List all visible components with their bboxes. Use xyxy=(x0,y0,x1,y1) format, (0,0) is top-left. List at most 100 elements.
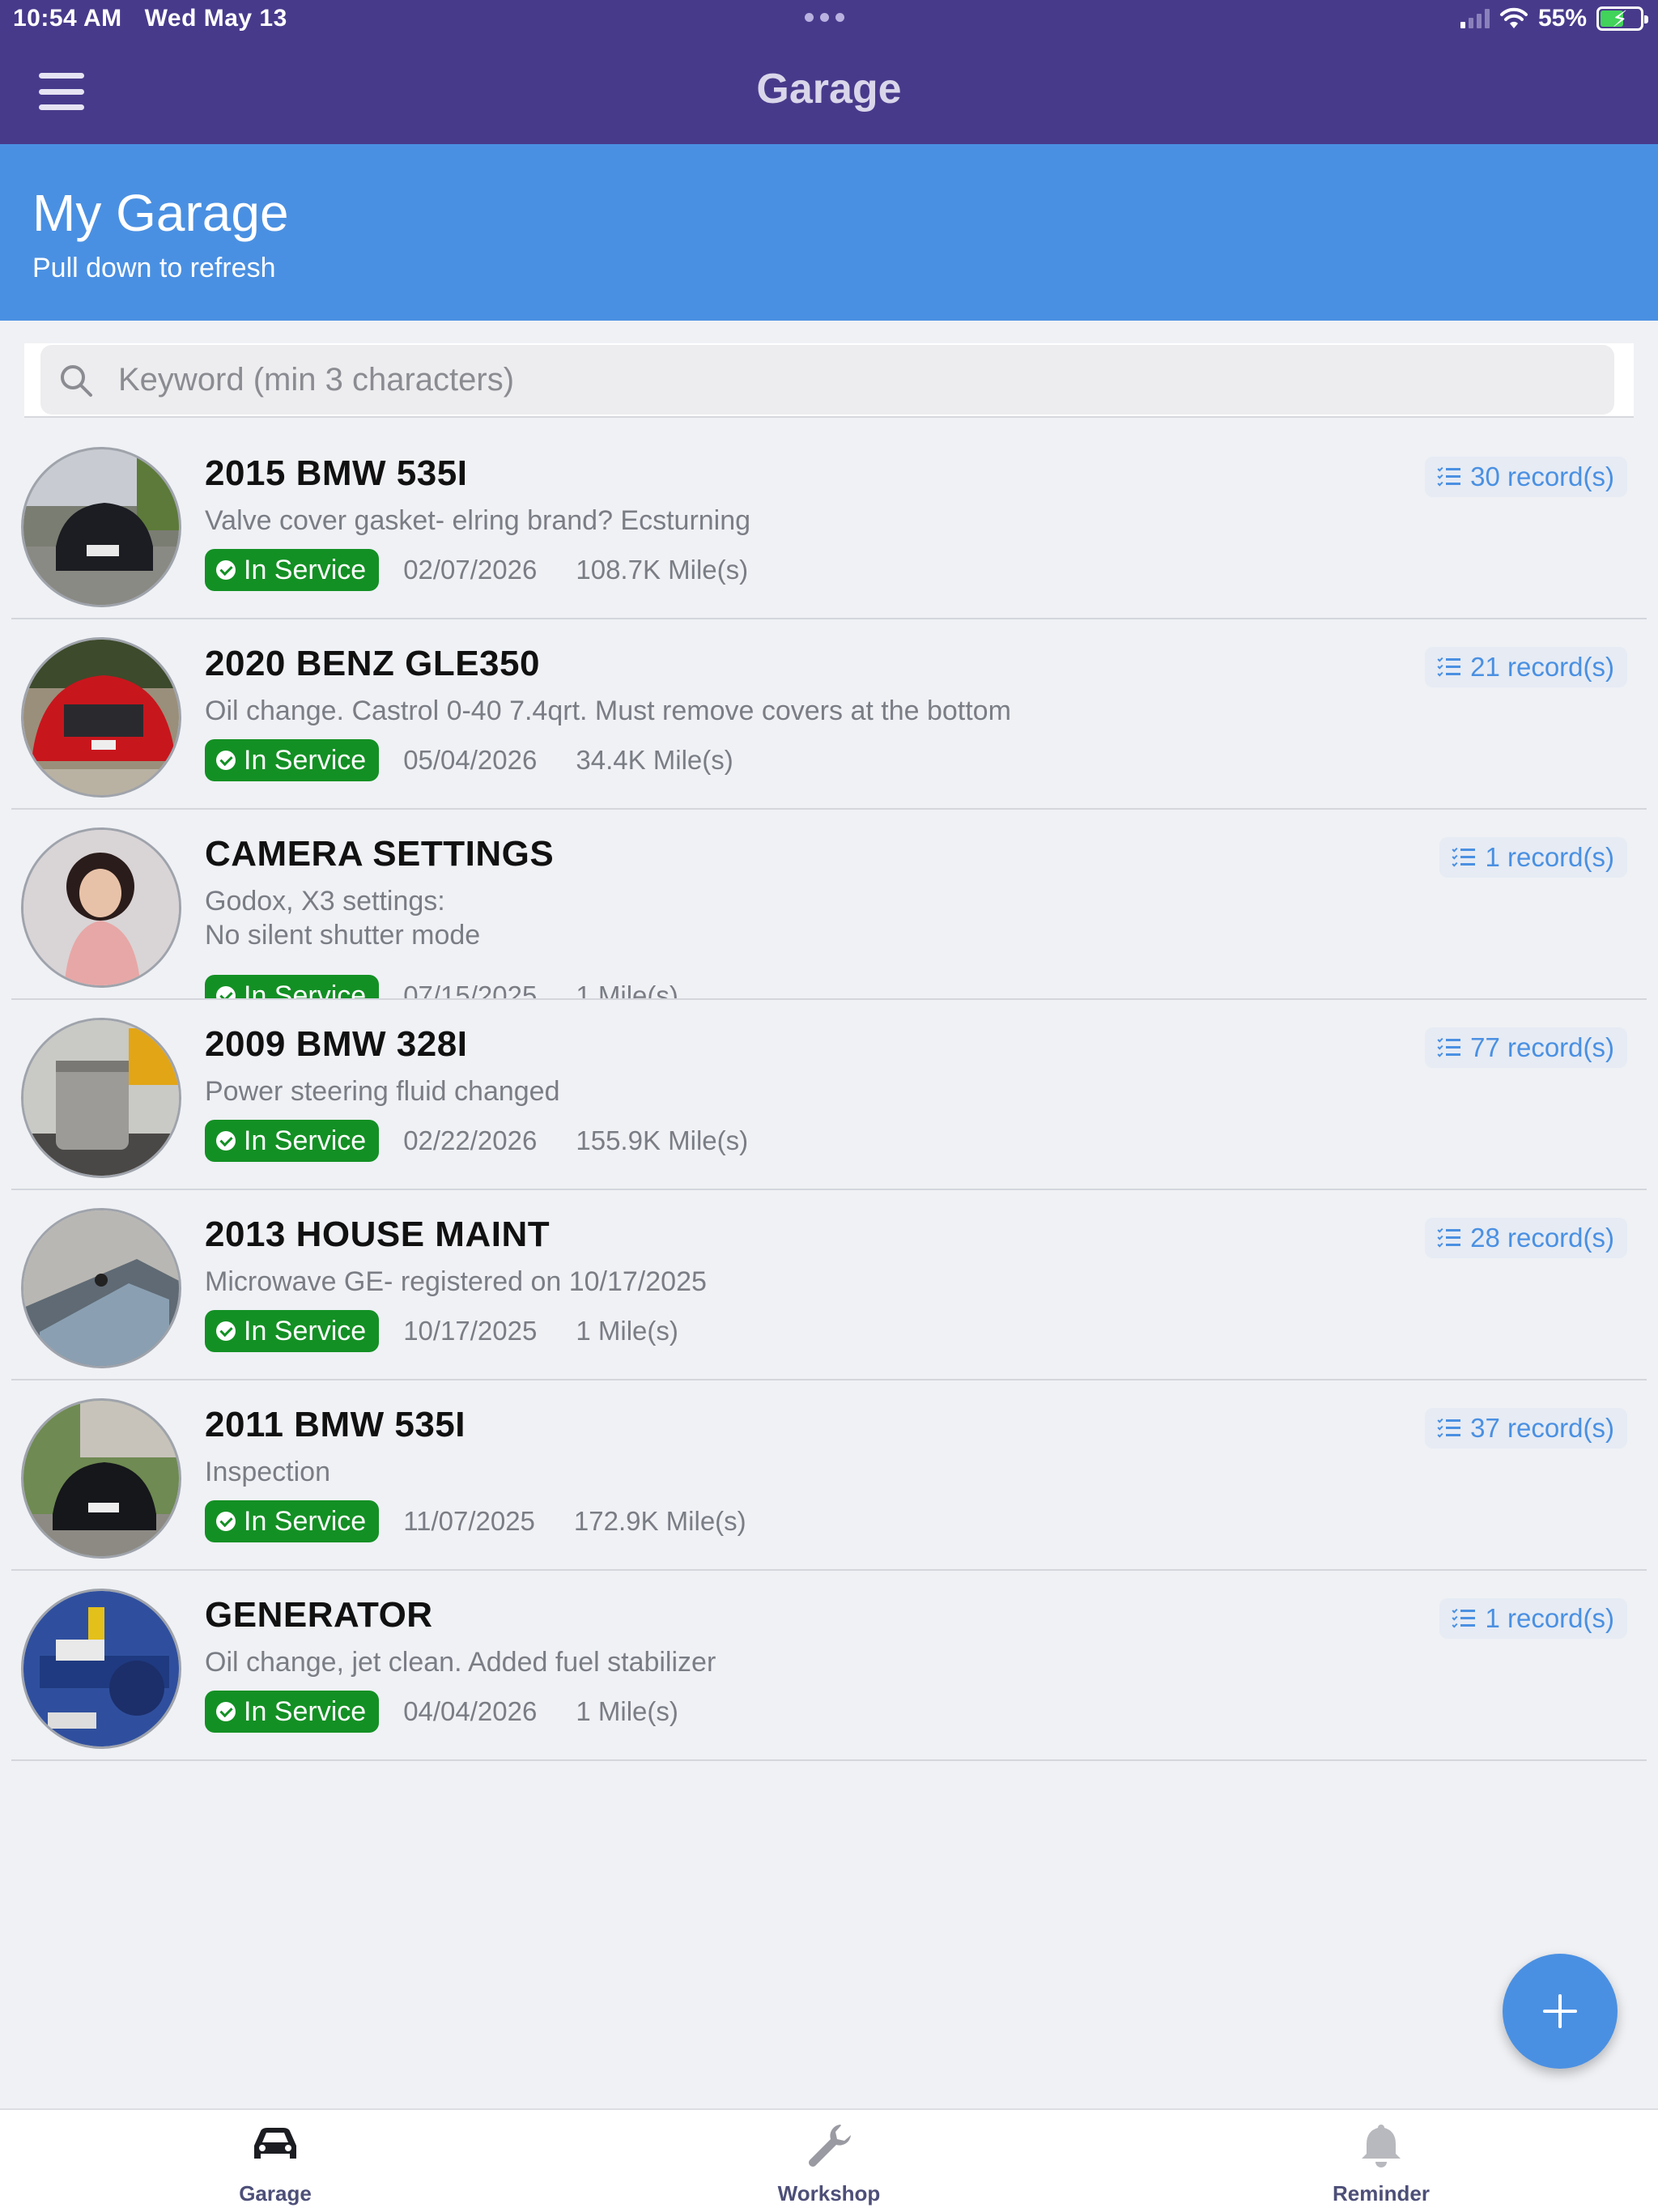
nav-title: Garage xyxy=(756,66,902,113)
item-meta: In Service 05/04/2026 34.4K Mile(s) xyxy=(205,739,733,781)
top-bar: 10:54 AM Wed May 13 55% ⚡ Garage xyxy=(0,0,1658,144)
item-title: 2015 BMW 535I xyxy=(205,453,468,493)
records-label: 1 record(s) xyxy=(1485,1603,1614,1633)
item-title: CAMERA SETTINGS xyxy=(205,834,555,874)
list-item[interactable]: 2020 BENZ GLE350 21 record(s) Oil change… xyxy=(0,619,1658,810)
checklist-icon xyxy=(1452,846,1476,867)
item-meta: In Service 10/17/2025 1 Mile(s) xyxy=(205,1310,678,1352)
bell-icon xyxy=(1362,2125,1401,2167)
status-badge: In Service xyxy=(205,1691,380,1733)
item-date: 02/22/2026 xyxy=(403,1125,538,1155)
search-box[interactable] xyxy=(40,345,1614,415)
item-miles: 1 Mile(s) xyxy=(576,981,678,1000)
wrench-icon xyxy=(809,2125,851,2167)
records-count[interactable]: 30 record(s) xyxy=(1425,457,1627,497)
status-label: In Service xyxy=(244,554,367,585)
tab-bar: Garage Workshop Reminder xyxy=(0,2108,1658,2212)
item-meta: In Service 02/07/2026 108.7K Mile(s) xyxy=(205,549,748,591)
status-label: In Service xyxy=(244,1695,367,1727)
vehicle-avatar xyxy=(21,1398,181,1559)
list-item[interactable]: 2011 BMW 535I 37 record(s) Inspection In… xyxy=(0,1380,1658,1571)
records-label: 21 record(s) xyxy=(1470,652,1614,682)
vehicle-avatar xyxy=(21,447,181,607)
item-date: 11/07/2025 xyxy=(403,1506,535,1536)
check-circle-icon xyxy=(216,1321,236,1341)
records-count[interactable]: 1 record(s) xyxy=(1439,837,1627,878)
vehicle-avatar xyxy=(21,1018,181,1178)
item-title: 2013 HOUSE MAINT xyxy=(205,1214,551,1254)
checklist-icon xyxy=(1437,1036,1461,1057)
records-label: 1 record(s) xyxy=(1485,842,1614,872)
records-label: 37 record(s) xyxy=(1470,1413,1614,1443)
checklist-icon xyxy=(1452,1607,1476,1628)
page-title: My Garage xyxy=(32,184,289,242)
tab-reminder[interactable]: Reminder xyxy=(1219,2110,1543,2212)
records-count[interactable]: 37 record(s) xyxy=(1425,1408,1627,1448)
battery-icon: ⚡ xyxy=(1596,6,1648,32)
records-label: 28 record(s) xyxy=(1470,1223,1614,1253)
car-icon xyxy=(254,2128,296,2159)
search-input[interactable] xyxy=(118,345,1575,415)
status-label: In Service xyxy=(244,1505,367,1537)
list-item[interactable]: GENERATOR 1 record(s) Oil change, jet cl… xyxy=(0,1571,1658,1761)
tab-workshop[interactable]: Workshop xyxy=(667,2110,991,2212)
check-circle-icon xyxy=(216,986,236,1000)
cellular-signal-icon xyxy=(1460,9,1490,28)
page-subtitle: Pull down to refresh xyxy=(32,253,276,283)
check-circle-icon xyxy=(216,560,236,580)
tab-label: Reminder xyxy=(1333,2181,1430,2206)
status-badge: In Service xyxy=(205,975,380,1001)
item-miles: 108.7K Mile(s) xyxy=(576,555,749,585)
item-meta: In Service 07/15/2025 1 Mile(s) xyxy=(205,975,678,1000)
status-label: In Service xyxy=(244,980,367,1001)
status-badge: In Service xyxy=(205,739,380,781)
item-date: 07/15/2025 xyxy=(403,981,538,1000)
item-title: 2020 BENZ GLE350 xyxy=(205,644,540,683)
item-note: Microwave GE- registered on 10/17/2025 xyxy=(205,1266,707,1297)
list-item[interactable]: 2009 BMW 328I 77 record(s) Power steerin… xyxy=(0,1000,1658,1190)
status-label: In Service xyxy=(244,1315,367,1346)
records-label: 30 record(s) xyxy=(1470,462,1614,491)
item-avatar xyxy=(21,1589,181,1749)
checklist-icon xyxy=(1437,1417,1461,1438)
list-item[interactable]: CAMERA SETTINGS 1 record(s) Godox, X3 se… xyxy=(0,810,1658,1000)
item-avatar xyxy=(21,827,181,988)
item-miles: 1 Mile(s) xyxy=(576,1696,678,1726)
records-count[interactable]: 1 record(s) xyxy=(1439,1598,1627,1639)
check-circle-icon xyxy=(216,751,236,770)
status-date: Wed May 13 xyxy=(144,5,287,32)
records-count[interactable]: 28 record(s) xyxy=(1425,1218,1627,1258)
item-note: Inspection xyxy=(205,1457,330,1487)
tab-label: Workshop xyxy=(777,2181,881,2206)
check-circle-icon xyxy=(216,1702,236,1721)
tab-garage[interactable]: Garage xyxy=(113,2110,437,2212)
status-badge: In Service xyxy=(205,549,380,591)
status-badge: In Service xyxy=(205,1500,380,1542)
status-time: 10:54 AM Wed May 13 xyxy=(13,5,287,32)
item-miles: 155.9K Mile(s) xyxy=(576,1125,749,1155)
records-count[interactable]: 77 record(s) xyxy=(1425,1027,1627,1068)
item-note: Oil change, jet clean. Added fuel stabil… xyxy=(205,1647,716,1678)
item-title: GENERATOR xyxy=(205,1595,433,1635)
item-title: 2011 BMW 535I xyxy=(205,1405,466,1444)
garage-list: 2015 BMW 535I 30 record(s) Valve cover g… xyxy=(0,429,1658,1761)
item-note: Power steering fluid changed xyxy=(205,1076,560,1107)
item-date: 04/04/2026 xyxy=(403,1696,538,1726)
list-item[interactable]: 2013 HOUSE MAINT 28 record(s) Microwave … xyxy=(0,1190,1658,1380)
list-item[interactable]: 2015 BMW 535I 30 record(s) Valve cover g… xyxy=(0,429,1658,619)
status-clock: 10:54 AM xyxy=(13,5,122,32)
multitask-dots-icon[interactable] xyxy=(805,13,844,22)
records-count[interactable]: 21 record(s) xyxy=(1425,647,1627,687)
item-miles: 172.9K Mile(s) xyxy=(573,1506,746,1536)
checklist-icon xyxy=(1437,1227,1461,1248)
status-label: In Service xyxy=(244,1125,367,1156)
add-item-button[interactable] xyxy=(1503,1954,1618,2069)
wifi-icon xyxy=(1499,7,1528,28)
item-title: 2009 BMW 328I xyxy=(205,1024,468,1064)
page-header: My Garage Pull down to refresh xyxy=(0,144,1658,321)
status-badge: In Service xyxy=(205,1310,380,1352)
records-label: 77 record(s) xyxy=(1470,1032,1614,1062)
item-avatar xyxy=(21,1208,181,1368)
search-bar xyxy=(24,343,1634,418)
item-meta: In Service 02/22/2026 155.9K Mile(s) xyxy=(205,1120,748,1162)
